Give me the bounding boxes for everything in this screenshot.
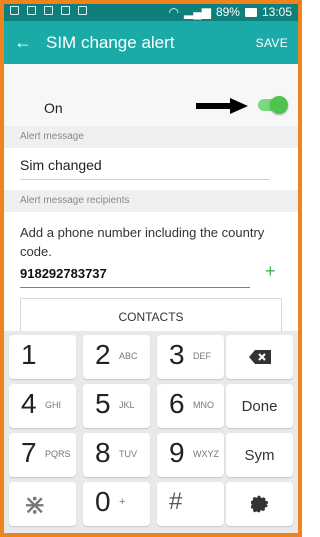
page-title: SIM change alert — [46, 33, 175, 52]
key-star[interactable]: ⋇ — [9, 482, 76, 526]
arrow-back-icon[interactable]: ← — [14, 32, 32, 52]
key-0[interactable]: 0 + — [83, 482, 150, 526]
save-button[interactable]: SAVE — [256, 36, 288, 50]
recipients-hint: Add a phone number including the country… — [20, 225, 265, 259]
key-digit: # — [169, 488, 183, 515]
key-8[interactable]: 8 TUV — [83, 433, 150, 477]
alert-message-underline — [20, 179, 270, 180]
section-header-alert-message: Alert message — [4, 126, 298, 148]
backspace-icon — [226, 335, 293, 379]
key-7[interactable]: 7 PQRS — [9, 433, 76, 477]
key-5[interactable]: 5 JKL — [83, 384, 150, 428]
key-letters: WXYZ — [193, 449, 219, 459]
key-digit: 9 — [169, 437, 185, 468]
settings-key[interactable] — [226, 482, 293, 526]
key-4[interactable]: 4 GHI — [9, 384, 76, 428]
notification-icons — [10, 6, 87, 15]
notification-icon — [10, 6, 19, 15]
key-6[interactable]: 6 MNO — [157, 384, 224, 428]
toggle-row[interactable]: On — [4, 64, 298, 126]
key-letters: TUV — [119, 449, 137, 459]
key-digit: 3 — [169, 339, 185, 370]
phone-number-input[interactable]: 918292783737 — [20, 266, 107, 281]
key-digit: 7 — [21, 437, 37, 468]
done-key[interactable]: Done — [226, 384, 293, 428]
enable-switch[interactable] — [258, 96, 288, 114]
key-digit: 5 — [95, 388, 111, 419]
key-2[interactable]: 2 ABC — [83, 335, 150, 379]
key-digit: ⋇ — [23, 489, 47, 520]
key-digit: 8 — [95, 437, 111, 468]
key-digit: 1 — [21, 339, 37, 370]
pointer-arrow-icon — [196, 98, 248, 114]
key-digit: 0 — [95, 486, 111, 517]
key-letters: JKL — [119, 400, 135, 410]
notification-icon — [44, 6, 53, 15]
done-label: Done — [241, 397, 278, 415]
status-right: ◠ ▂▄▆ 89% 13:05 — [168, 5, 292, 19]
section-header-recipients: Alert message recipients — [4, 190, 298, 212]
phone-input-underline — [20, 287, 250, 288]
notification-icon — [61, 6, 70, 15]
add-recipient-icon[interactable]: + — [265, 261, 276, 282]
sym-key[interactable]: Sym — [226, 433, 293, 477]
key-digit: 4 — [21, 388, 37, 419]
battery-icon — [244, 7, 257, 17]
alert-message-field[interactable]: Sim changed — [20, 157, 102, 173]
key-1[interactable]: 1 — [9, 335, 76, 379]
key-digit: 2 — [95, 339, 111, 370]
key-hash[interactable]: # — [157, 482, 224, 526]
sym-label: Sym — [244, 446, 275, 464]
notification-icon — [27, 6, 36, 15]
key-letters: + — [119, 496, 126, 508]
key-letters: MNO — [193, 400, 214, 410]
signal-icon: ▂▄▆ — [183, 5, 211, 19]
key-letters: ABC — [119, 351, 138, 361]
gear-icon — [226, 482, 293, 526]
notification-icon — [78, 6, 87, 15]
status-bar: ◠ ▂▄▆ 89% 13:05 — [4, 4, 298, 21]
wifi-icon: ◠ — [168, 5, 179, 19]
key-letters: PQRS — [45, 449, 71, 459]
toggle-label: On — [44, 100, 63, 116]
numeric-keyboard: 1 2 ABC 3 DEF 4 GHI 5 JKL 6 MNO Done 7 P… — [4, 331, 298, 533]
key-letters: DEF — [193, 351, 211, 361]
clock: 13:05 — [261, 5, 292, 19]
backspace-key[interactable] — [226, 335, 293, 379]
battery-percent: 89% — [215, 5, 240, 19]
key-3[interactable]: 3 DEF — [157, 335, 224, 379]
app-bar: ← SIM change alert SAVE — [4, 21, 298, 64]
switch-knob — [270, 96, 288, 114]
key-9[interactable]: 9 WXYZ — [157, 433, 224, 477]
screen-frame: ◠ ▂▄▆ 89% 13:05 ← SIM change alert SAVE … — [0, 0, 302, 537]
key-letters: GHI — [45, 400, 62, 410]
key-digit: 6 — [169, 388, 185, 419]
